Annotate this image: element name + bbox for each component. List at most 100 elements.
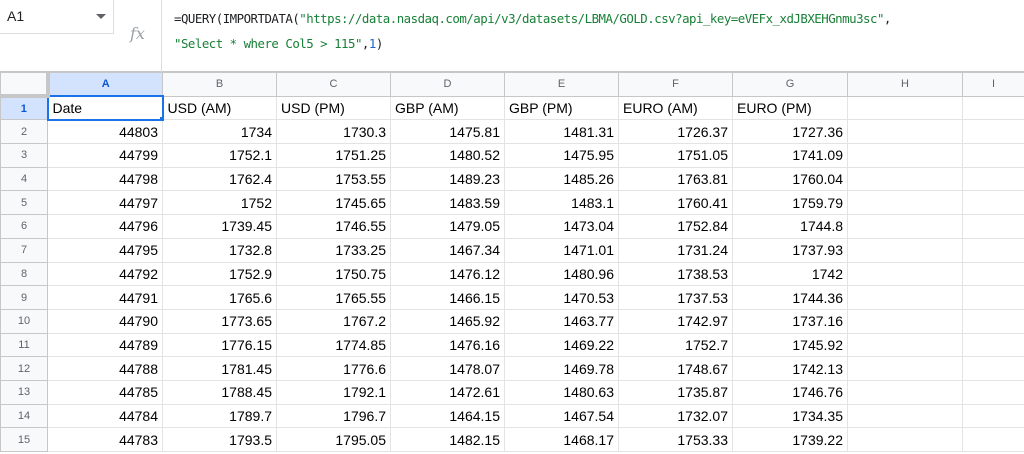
row-header[interactable]: 11 (0, 332, 48, 358)
cell[interactable]: 1746.55 (276, 214, 391, 239)
cell[interactable]: 1746.76 (732, 379, 848, 405)
cell[interactable]: 1742 (732, 261, 848, 287)
cell[interactable] (847, 190, 963, 216)
cell[interactable]: 44799 (47, 143, 163, 168)
cell[interactable]: 1727.36 (732, 119, 848, 145)
cell[interactable]: 1732.8 (162, 237, 277, 263)
cell[interactable]: 1767.2 (276, 308, 391, 334)
cell[interactable]: 44803 (47, 119, 163, 145)
row-header[interactable]: 13 (0, 379, 48, 405)
cell[interactable]: 1483.59 (390, 190, 505, 216)
cell[interactable]: 1752.7 (618, 332, 733, 358)
cell[interactable]: 1795.05 (276, 427, 391, 452)
cell[interactable]: 1750.75 (276, 261, 391, 287)
column-header-a[interactable]: A (47, 72, 163, 97)
cell[interactable]: 1478.07 (390, 356, 505, 381)
row-header[interactable]: 3 (0, 143, 48, 168)
cell[interactable] (962, 214, 1024, 239)
cell[interactable]: 1483.1 (504, 190, 619, 216)
cell[interactable] (962, 308, 1024, 334)
cell[interactable] (962, 285, 1024, 310)
cell[interactable] (847, 237, 963, 263)
row-header[interactable]: 8 (0, 261, 48, 287)
cell[interactable]: 1473.04 (504, 214, 619, 239)
cell[interactable]: 1738.53 (618, 261, 733, 287)
cell[interactable]: 1753.55 (276, 166, 391, 192)
cell[interactable]: 1751.25 (276, 143, 391, 168)
cell[interactable] (962, 332, 1024, 358)
cell[interactable]: 1737.93 (732, 237, 848, 263)
cell[interactable]: 1732.07 (618, 403, 733, 429)
cell[interactable]: 1472.61 (390, 379, 505, 405)
column-header-h[interactable]: H (847, 72, 963, 97)
cell[interactable]: 44797 (47, 190, 163, 216)
cell[interactable]: 1476.16 (390, 332, 505, 358)
cell[interactable] (847, 285, 963, 310)
cell[interactable] (847, 214, 963, 239)
cell[interactable]: 1733.25 (276, 237, 391, 263)
row-header[interactable]: 4 (0, 166, 48, 192)
cell[interactable]: 1752 (162, 190, 277, 216)
cell[interactable]: 1467.34 (390, 237, 505, 263)
cell[interactable] (962, 237, 1024, 263)
column-header-b[interactable]: B (162, 72, 277, 97)
cell[interactable]: 1793.5 (162, 427, 277, 452)
cell[interactable]: 1737.53 (618, 285, 733, 310)
row-header[interactable]: 15 (0, 427, 48, 452)
column-header-c[interactable]: C (276, 72, 391, 97)
cell[interactable]: 1730.3 (276, 119, 391, 145)
cell[interactable]: 1742.97 (618, 308, 733, 334)
cell[interactable] (847, 403, 963, 429)
cell[interactable] (962, 261, 1024, 287)
cell[interactable]: 1741.09 (732, 143, 848, 168)
cell[interactable] (962, 379, 1024, 405)
cell[interactable]: 1481.31 (504, 119, 619, 145)
cell[interactable]: 44785 (47, 379, 163, 405)
row-header[interactable]: 5 (0, 190, 48, 216)
cell[interactable]: GBP (PM) (504, 95, 619, 121)
cell[interactable]: 1792.1 (276, 379, 391, 405)
cell[interactable]: 1482.15 (390, 427, 505, 452)
cell[interactable]: 1760.04 (732, 166, 848, 192)
cell[interactable]: 44795 (47, 237, 163, 263)
cell[interactable]: 1726.37 (618, 119, 733, 145)
select-all-corner[interactable] (0, 72, 50, 99)
cell[interactable]: 44798 (47, 166, 163, 192)
chevron-down-icon[interactable] (96, 14, 106, 19)
row-header[interactable]: 7 (0, 237, 48, 263)
formula-input[interactable]: =QUERY(IMPORTDATA("https://data.nasdaq.c… (174, 6, 1014, 56)
cell[interactable]: 1774.85 (276, 332, 391, 358)
cell[interactable]: EURO (AM) (618, 95, 733, 121)
cell[interactable]: 1765.6 (162, 285, 277, 310)
cell[interactable]: 1789.7 (162, 403, 277, 429)
cell[interactable]: 1776.15 (162, 332, 277, 358)
cell[interactable] (847, 308, 963, 334)
cell[interactable]: 1796.7 (276, 403, 391, 429)
cell[interactable]: 44784 (47, 403, 163, 429)
cell[interactable]: 1471.01 (504, 237, 619, 263)
cell[interactable] (962, 166, 1024, 192)
cell[interactable] (847, 143, 963, 168)
cell[interactable]: 44790 (47, 308, 163, 334)
cell[interactable]: 1735.87 (618, 379, 733, 405)
cell[interactable]: 1465.92 (390, 308, 505, 334)
cell[interactable]: 1467.54 (504, 403, 619, 429)
cell[interactable] (847, 427, 963, 452)
row-header[interactable]: 6 (0, 214, 48, 239)
cell[interactable]: GBP (AM) (390, 95, 505, 121)
cell[interactable]: 44791 (47, 285, 163, 310)
cell[interactable]: 44796 (47, 214, 163, 239)
fill-handle[interactable] (158, 115, 161, 118)
row-header[interactable]: 10 (0, 308, 48, 334)
cell[interactable]: 1744.8 (732, 214, 848, 239)
cell[interactable]: 1480.96 (504, 261, 619, 287)
cell[interactable] (962, 190, 1024, 216)
cell[interactable]: 1475.95 (504, 143, 619, 168)
cell[interactable]: 1763.81 (618, 166, 733, 192)
cell[interactable] (847, 356, 963, 381)
cell[interactable]: 1475.81 (390, 119, 505, 145)
cell[interactable]: 1737.16 (732, 308, 848, 334)
cell[interactable]: 1753.33 (618, 427, 733, 452)
cell[interactable]: 1464.15 (390, 403, 505, 429)
cell[interactable]: 1476.12 (390, 261, 505, 287)
